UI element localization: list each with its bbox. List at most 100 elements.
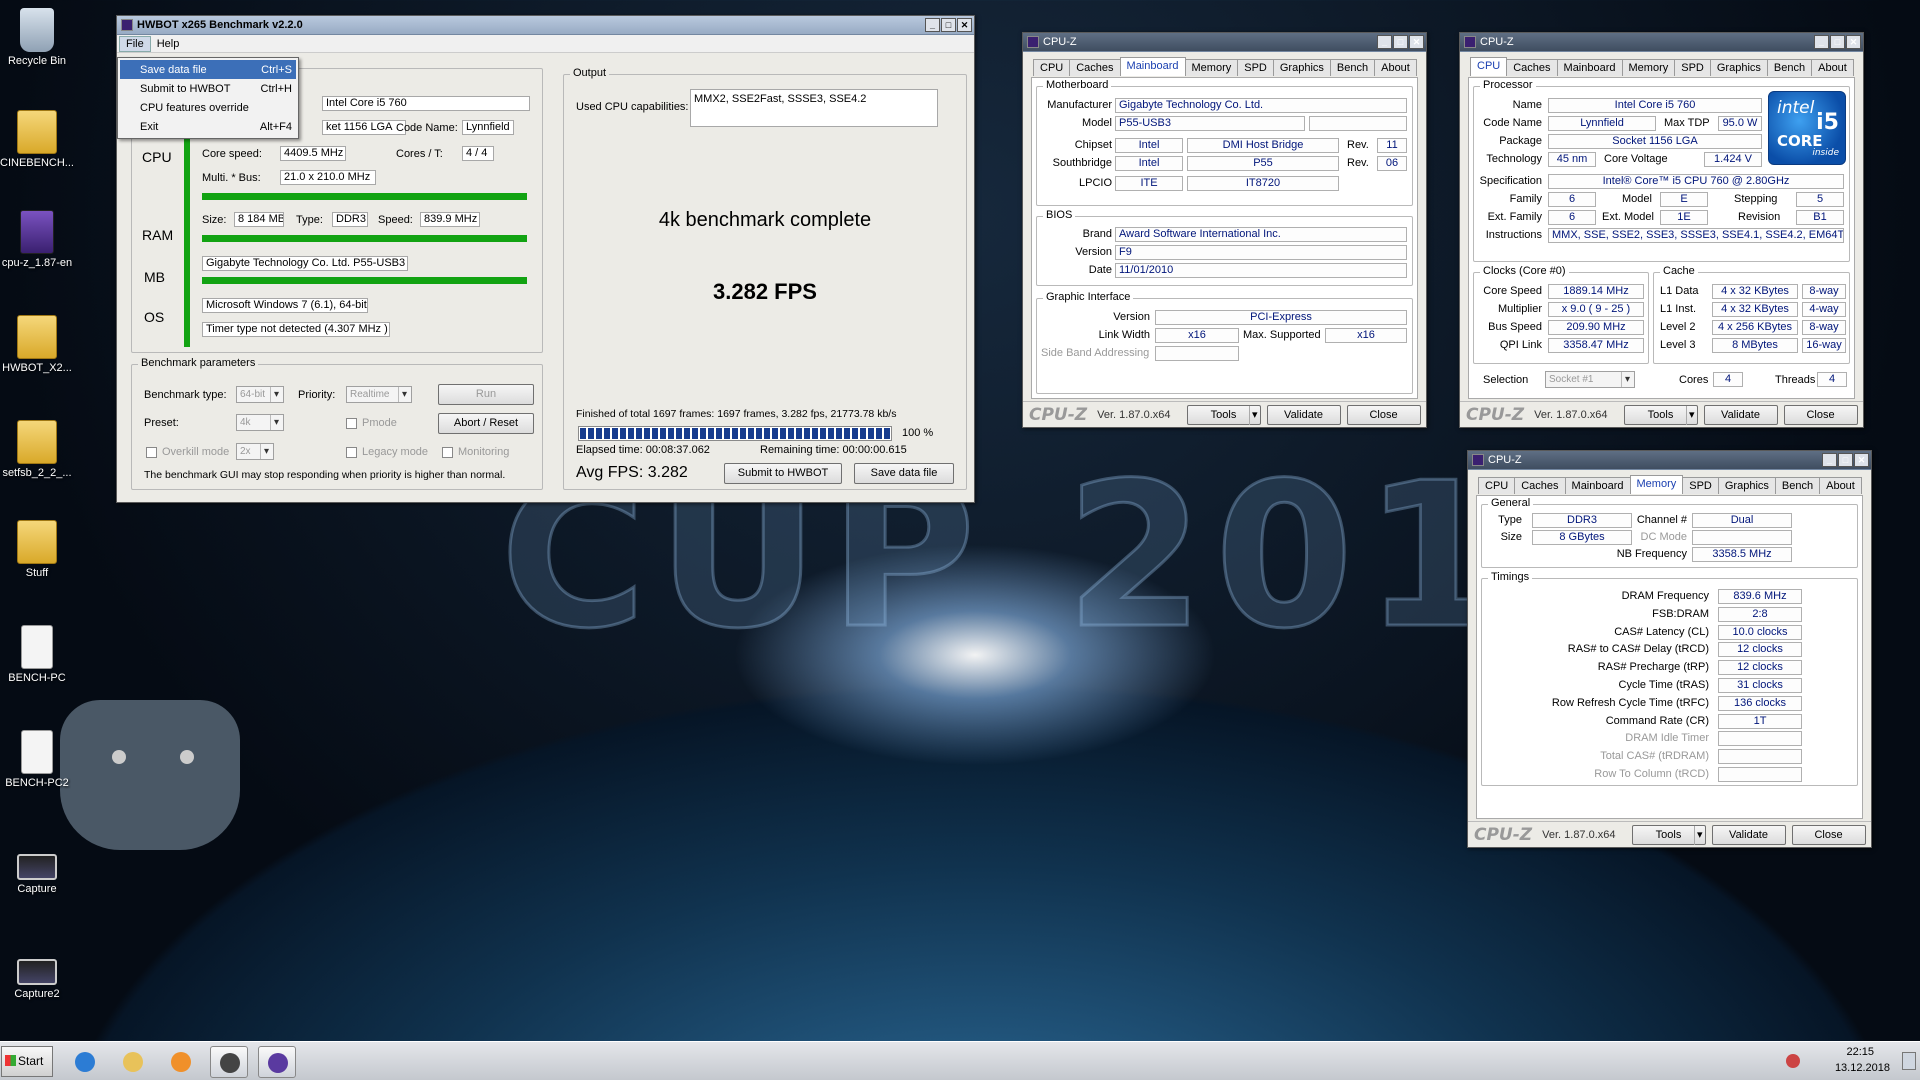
clock-date[interactable]: 13.12.2018 — [1835, 1062, 1890, 1074]
menu-file[interactable]: File — [119, 35, 151, 52]
tab-memory[interactable]: Memory — [1629, 475, 1684, 494]
tab-bench[interactable]: Bench — [1774, 477, 1821, 494]
cpuz-icon[interactable] — [258, 1046, 296, 1078]
hwbot-icon[interactable] — [210, 1046, 248, 1078]
file-menu-item[interactable]: Save data file Ctrl+S — [120, 60, 296, 79]
priority-select[interactable]: Realtime — [346, 386, 412, 403]
tab-caches[interactable]: Caches — [1514, 477, 1566, 494]
tab-memory[interactable]: Memory — [1621, 59, 1676, 76]
minimize-button[interactable]: _ — [925, 18, 940, 32]
run-button[interactable]: Run — [438, 384, 534, 405]
tab-about[interactable]: About — [1819, 477, 1862, 494]
desktop-icon[interactable]: BENCH-PC2 — [0, 730, 74, 789]
desktop-icon-label: Recycle Bin — [7, 55, 67, 67]
preset-select[interactable]: 4k — [236, 414, 284, 431]
tools-button[interactable]: Tools ▾ — [1631, 824, 1706, 845]
tools-button[interactable]: Tools ▾ — [1186, 404, 1261, 425]
internet-explorer-icon[interactable] — [66, 1046, 104, 1078]
validate-button[interactable]: Validate — [1703, 404, 1778, 425]
maximize-button[interactable]: □ — [1838, 453, 1853, 467]
cpu-name-label: Name — [1512, 99, 1542, 111]
level2-label: Level 2 — [1660, 321, 1696, 333]
chevron-down-icon: ▾ — [1685, 405, 1695, 425]
tab-mainboard[interactable]: Mainboard — [1564, 477, 1631, 494]
tab-mainboard[interactable]: Mainboard — [1119, 57, 1186, 76]
close-button[interactable]: ✕ — [1846, 35, 1861, 49]
overkill-select[interactable]: 2x — [236, 443, 274, 460]
validate-button[interactable]: Validate — [1266, 404, 1341, 425]
desktop-icon[interactable]: Stuff — [0, 520, 74, 579]
tab-cpu[interactable]: CPU — [1470, 57, 1508, 76]
desktop-icon[interactable]: BENCH-PC — [0, 625, 74, 684]
close-window-button[interactable]: Close — [1346, 404, 1421, 425]
network-warning-icon[interactable] — [1786, 1054, 1800, 1068]
validate-button[interactable]: Validate — [1711, 824, 1786, 845]
tab-bench[interactable]: Bench — [1329, 59, 1376, 76]
explorer-icon[interactable] — [114, 1046, 152, 1078]
media-player-icon[interactable] — [162, 1046, 200, 1078]
show-desktop-icon[interactable] — [1902, 1052, 1916, 1070]
desktop-icon[interactable]: cpu-z_1.87-en — [0, 210, 74, 269]
pmode-checkbox[interactable] — [346, 418, 357, 429]
bios-date-field: 11/01/2010 — [1115, 263, 1407, 278]
minimize-button[interactable]: _ — [1822, 453, 1837, 467]
tab-about[interactable]: About — [1374, 59, 1417, 76]
start-button[interactable]: Start — [1, 1046, 53, 1077]
tab-about[interactable]: About — [1811, 59, 1854, 76]
close-button[interactable]: ✕ — [1409, 35, 1424, 49]
tab-graphics[interactable]: Graphics — [1709, 59, 1768, 76]
minimize-button[interactable]: _ — [1814, 35, 1829, 49]
file-menu-item[interactable]: Exit Alt+F4 — [120, 117, 296, 136]
tab-caches[interactable]: Caches — [1069, 59, 1121, 76]
save-data-button[interactable]: Save data file — [854, 463, 954, 484]
bench-type-select[interactable]: 64-bit — [236, 386, 284, 403]
core-speed-label: Core Speed — [1483, 285, 1542, 297]
tab-cpu[interactable]: CPU — [1478, 477, 1516, 494]
tab-mainboard[interactable]: Mainboard — [1556, 59, 1623, 76]
maximize-button[interactable]: □ — [1830, 35, 1845, 49]
tab-graphics[interactable]: Graphics — [1717, 477, 1776, 494]
close-button[interactable]: ✕ — [957, 18, 972, 32]
desktop-icon[interactable]: setfsb_2_2_... — [0, 420, 74, 479]
overkill-checkbox[interactable] — [146, 447, 157, 458]
cpuz-memory-titlebar[interactable]: CPU-Z _ □ ✕ — [1468, 451, 1871, 470]
desktop-icon[interactable]: CINEBENCH... — [0, 110, 74, 169]
close-button[interactable]: ✕ — [1854, 453, 1869, 467]
close-window-button[interactable]: Close — [1791, 824, 1866, 845]
socket-select[interactable]: Socket #1 — [1545, 371, 1635, 388]
legacy-checkbox[interactable] — [346, 447, 357, 458]
southbridge-label: Southbridge — [1052, 157, 1112, 169]
cpuz-cpu-titlebar[interactable]: CPU-Z _ □ ✕ — [1460, 33, 1863, 52]
cpuz-cpu-title: CPU-Z — [1480, 36, 1514, 48]
maximize-button[interactable]: □ — [1393, 35, 1408, 49]
tab-caches[interactable]: Caches — [1506, 59, 1558, 76]
progress-percent: 100 % — [902, 427, 934, 439]
tab-spd[interactable]: SPD — [1237, 59, 1274, 76]
maximize-button[interactable]: □ — [941, 18, 956, 32]
clock-time[interactable]: 22:15 — [1846, 1046, 1874, 1058]
file-menu-item[interactable]: Submit to HWBOT Ctrl+H — [120, 79, 296, 98]
desktop-icon[interactable]: Capture — [0, 840, 74, 895]
clocks-title: Clocks (Core #0) — [1480, 265, 1569, 277]
tab-graphics[interactable]: Graphics — [1272, 59, 1331, 76]
mem-type-label: Type — [1498, 514, 1522, 526]
desktop-icon[interactable]: HWBOT_X2... — [0, 315, 74, 374]
tab-spd[interactable]: SPD — [1682, 477, 1719, 494]
minimize-button[interactable]: _ — [1377, 35, 1392, 49]
processor-title: Processor — [1480, 79, 1536, 91]
tab-cpu[interactable]: CPU — [1033, 59, 1071, 76]
tools-button[interactable]: Tools ▾ — [1623, 404, 1698, 425]
close-window-button[interactable]: Close — [1783, 404, 1858, 425]
tab-memory[interactable]: Memory — [1184, 59, 1239, 76]
monitoring-checkbox[interactable] — [442, 447, 453, 458]
cpuz-mainboard-titlebar[interactable]: CPU-Z _ □ ✕ — [1023, 33, 1426, 52]
tab-spd[interactable]: SPD — [1674, 59, 1711, 76]
tab-bench[interactable]: Bench — [1766, 59, 1813, 76]
file-menu-item[interactable]: CPU features override — [120, 98, 296, 117]
submit-hwbot-button[interactable]: Submit to HWBOT — [724, 463, 842, 484]
desktop-icon[interactable]: Capture2 — [0, 945, 74, 1000]
menu-help[interactable]: Help — [151, 37, 186, 51]
desktop-icon[interactable]: Recycle Bin — [0, 8, 74, 67]
hwbot-titlebar[interactable]: HWBOT x265 Benchmark v2.2.0 _ □ ✕ — [117, 16, 974, 35]
abort-reset-button[interactable]: Abort / Reset — [438, 413, 534, 434]
